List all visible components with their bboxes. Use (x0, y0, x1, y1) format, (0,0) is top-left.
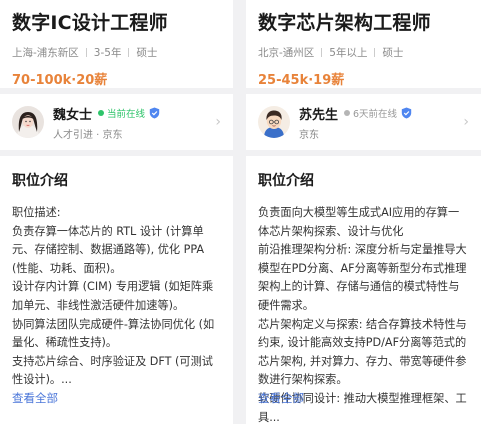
recruiter-info: 魏女士 当前在线 人才引进 · 京东 (53, 104, 215, 141)
chevron-right-icon: › (463, 114, 469, 130)
job-header-card[interactable]: 数字芯片架构工程师 北京-通州区 5年以上 硕士 25-45k·19薪 (246, 0, 481, 88)
divider (374, 48, 376, 57)
job-education: 硕士 (136, 47, 158, 59)
section-title: 职位介绍 (12, 173, 68, 189)
job-education: 硕士 (382, 47, 404, 59)
job-description-card: 职位介绍 负责面向大模型等生成式AI应用的存算一体芯片架构探索、设计与优化 前沿… (246, 156, 481, 424)
job-location: 北京-通州区 (258, 47, 315, 59)
job-location: 上海-浦东新区 (12, 47, 79, 59)
online-dot-icon (98, 110, 105, 116)
recruiter-status: 6天前在线 (353, 109, 398, 120)
recruiter-row[interactable]: 苏先生 6天前在线 京东 › (246, 94, 481, 150)
job-salary: 25-45k·19薪 (258, 73, 345, 88)
recruiter-name: 魏女士 (53, 107, 93, 123)
job-column-2: 数字芯片架构工程师 北京-通州区 5年以上 硕士 25-45k·19薪 苏先生 … (246, 0, 481, 424)
recruiter-name-row: 苏先生 6天前在线 (299, 104, 463, 123)
description-line: 职位描述: (12, 206, 61, 219)
job-meta: 上海-浦东新区 3-5年 硕士 (12, 45, 221, 60)
job-title: 数字IC设计工程师 (12, 12, 168, 34)
description-line: 协同算法团队完成硬件-算法协同优化 (如量化、稀疏性支持)。 (12, 317, 215, 350)
divider (128, 48, 130, 57)
job-title: 数字芯片架构工程师 (258, 12, 431, 34)
recruiter-company: 人才引进 · 京东 (53, 129, 123, 141)
chevron-right-icon: › (215, 114, 221, 130)
verified-shield-icon (149, 107, 160, 119)
recruiter-row[interactable]: 魏女士 当前在线 人才引进 · 京东 › (0, 94, 233, 150)
verified-shield-icon (401, 107, 412, 119)
description-line: 负责面向大模型等生成式AI应用的存算一体芯片架构探索、设计与优化 (258, 206, 460, 238)
recruiter-name-row: 魏女士 当前在线 (53, 104, 215, 123)
description-line: 支持芯片综合、时序验证及 DFT (可测试性设计)。... (12, 354, 213, 387)
description-line: 芯片架构定义与探索: 结合存算技术特性与约束, 设计能高效支持PD/AF分离等范… (258, 317, 467, 387)
description-line: 前沿推理架构分析: 深度分析与定量推导大模型在PD分离、AF分离等新型分布式推理… (258, 243, 467, 312)
divider (85, 48, 87, 57)
job-experience: 3-5年 (93, 47, 122, 59)
job-experience: 5年以上 (329, 47, 368, 59)
job-description: 职位描述: 负责存算一体芯片的 RTL 设计 (计算单元、存储控制、数据通路等)… (12, 204, 221, 390)
job-column-1: 数字IC设计工程师 上海-浦东新区 3-5年 硕士 70-100k·20薪 魏女… (0, 0, 233, 424)
job-header-card[interactable]: 数字IC设计工程师 上海-浦东新区 3-5年 硕士 70-100k·20薪 (0, 0, 233, 88)
recruiter-name: 苏先生 (299, 107, 339, 123)
recruiter-company: 京东 (299, 129, 319, 141)
recruiter-info: 苏先生 6天前在线 京东 (299, 104, 463, 141)
male-avatar (258, 106, 290, 138)
female-avatar (12, 106, 44, 138)
divider (321, 48, 323, 57)
see-all-link[interactable]: 查看全部 (258, 390, 304, 406)
job-salary: 70-100k·20薪 (12, 73, 108, 88)
section-title: 职位介绍 (258, 173, 314, 189)
offline-dot-icon (344, 110, 351, 116)
job-meta: 北京-通州区 5年以上 硕士 (258, 45, 469, 60)
see-all-link[interactable]: 查看全部 (12, 390, 58, 406)
description-line: 负责存算一体芯片的 RTL 设计 (计算单元、存储控制、数据通路等), 优化 P… (12, 224, 205, 275)
job-description-card: 职位介绍 职位描述: 负责存算一体芯片的 RTL 设计 (计算单元、存储控制、数… (0, 156, 233, 424)
description-line: 设计存内计算 (CIM) 专用逻辑 (如矩阵乘加单元、非线性激活硬件加速等)。 (12, 280, 214, 312)
recruiter-status: 当前在线 (107, 109, 146, 120)
